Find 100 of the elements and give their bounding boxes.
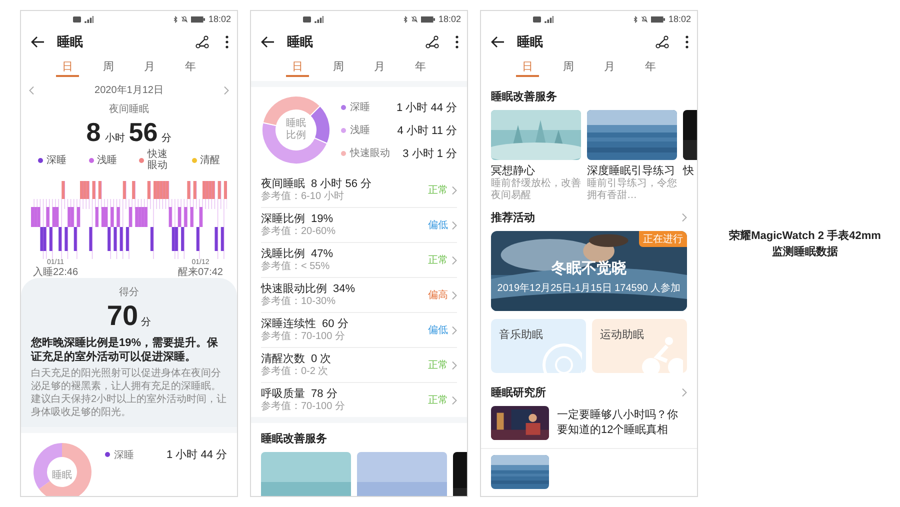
duration-value: 3 小时 1 分 [402, 146, 457, 160]
aid-tile[interactable]: 音乐助眠 [491, 319, 586, 373]
donut-center-label: 睡眠 [51, 468, 73, 482]
chevron-right-icon [451, 256, 457, 264]
reference-range: 参考值：< 55% [261, 261, 331, 273]
date-label: 2020年1月12日 [94, 84, 164, 97]
legend-label: 浅睡 [350, 124, 371, 137]
status-label: 正常 [428, 358, 448, 372]
page-title: 睡眠 [57, 33, 84, 51]
metric-value: 78 分 [311, 387, 338, 401]
minutes-unit: 分 [162, 132, 172, 145]
share-icon[interactable] [195, 35, 209, 49]
service-card[interactable]: 深度睡眠引导练习 睡前引导练习，令您拥有香甜… [587, 110, 677, 202]
mute-icon [411, 16, 418, 22]
hours-value: 8 [86, 117, 101, 148]
activity-banner[interactable]: 正在进行 冬眠不觉晓 2019年12月25日-1月15日 174590 人参加 [491, 231, 687, 311]
metric-value: 34% [333, 282, 356, 296]
advice-title: 您昨晚深睡比例是19%，需要提升。保证充足的室外活动可以促进深睡。 [31, 336, 220, 364]
section-heading: 睡眠改善服务 [261, 431, 327, 446]
status-time: 18:02 [668, 14, 691, 24]
chevron-right-icon [451, 186, 457, 194]
reference-range: 参考值：0-2 次 [261, 366, 330, 378]
duration-value: 1 小时 44 分 [166, 448, 227, 462]
mute-icon [181, 16, 188, 22]
metric-row[interactable]: 深睡比例 19% 参考值：20-60% 偏低 [261, 208, 457, 243]
period-tab[interactable]: 月 [138, 57, 161, 77]
status-label: 正常 [428, 184, 448, 197]
metric-row[interactable]: 深睡连续性 60 分 参考值：70-100 分 偏低 [261, 313, 457, 348]
chevron-right-icon [681, 213, 687, 222]
legend-label: 深睡 [350, 100, 371, 114]
metric-row[interactable]: 浅睡比例 47% 参考值：< 55% 正常 [261, 243, 457, 278]
aid-tile[interactable]: 运动助眠 [592, 319, 687, 373]
signal-icon [84, 16, 94, 22]
chevron-right-icon [451, 326, 457, 334]
period-tab[interactable]: 年 [639, 57, 662, 77]
page-title: 睡眠 [517, 33, 544, 51]
period-tab[interactable]: 周 [327, 57, 350, 77]
metric-value: 0 次 [311, 352, 332, 366]
reference-range: 参考值：20-60% [261, 226, 336, 238]
banner-title: 冬眠不觉晓 [550, 259, 628, 278]
axis-label: 醒来07:42 [178, 267, 223, 278]
more-icon[interactable] [225, 35, 229, 49]
share-icon[interactable] [425, 35, 439, 49]
minutes-value: 56 [128, 117, 158, 148]
period-tab[interactable]: 年 [409, 57, 432, 77]
period-tab[interactable]: 周 [557, 57, 580, 77]
metric-value: 19% [311, 212, 334, 226]
section-heading: 推荐活动 [491, 210, 535, 225]
bluetooth-icon [173, 16, 178, 22]
more-icon[interactable] [685, 35, 689, 49]
score-value: 70 [106, 300, 138, 332]
period-tab[interactable]: 年 [179, 57, 202, 77]
article-item[interactable]: 一定要睡够八小时吗？你要知道的12个睡眠真相 [481, 406, 697, 449]
score-label: 得分 [119, 287, 139, 298]
reference-range: 参考值：70-100 分 [261, 401, 346, 413]
legend-label: 清醒 [200, 154, 220, 166]
share-icon[interactable] [655, 35, 669, 49]
chevron-right-icon [451, 396, 457, 404]
sim-card-icon [73, 16, 81, 22]
legend-label: 快速眼动 [350, 146, 391, 160]
signal-icon [314, 16, 324, 22]
period-tab[interactable]: 月 [368, 57, 391, 77]
advice-text: 白天充足的阳光照射可以促进身体在夜间分泌足够的褪黑素，让人拥有充足的深睡眠。建议白天保持2小时以上的室外活动时间，让身体吸收足够的阳光。 [31, 367, 227, 419]
more-icon[interactable] [455, 35, 459, 49]
score-unit: 分 [141, 316, 152, 329]
metric-row[interactable]: 清醒次数 0 次 参考值：0-2 次 正常 [261, 348, 457, 383]
status-label: 偏高 [428, 288, 448, 302]
card-subtitle: 睡前引导练习，令您拥有香甜… [587, 178, 677, 202]
status-badge: 正在进行 [639, 231, 687, 247]
battery-icon [651, 16, 666, 22]
duration-value: 4 小时 11 分 [397, 124, 457, 138]
status-time: 18:02 [208, 14, 231, 24]
reference-range: 参考值：70-100 分 [261, 331, 346, 343]
metric-row[interactable]: 呼吸质量 78 分 参考值：70-100 分 正常 [261, 383, 457, 417]
tile-label: 音乐助眠 [499, 328, 543, 342]
metric-title: 快速眼动比例 [261, 282, 327, 296]
legend-label: 快速眼动 [147, 149, 168, 171]
battery-icon [421, 16, 436, 22]
status-label: 正常 [428, 394, 448, 407]
sim-card-icon [303, 16, 311, 22]
period-tab[interactable]: 月 [598, 57, 621, 77]
service-card[interactable]: 快 [683, 110, 697, 202]
service-card[interactable]: 冥想静心 睡前舒缓放松，改善夜间易醒 [491, 110, 581, 202]
chart-title: 睡眠比例 [286, 118, 306, 142]
period-tab[interactable]: 周 [97, 57, 120, 77]
duration-value: 1 小时 44 分 [396, 100, 457, 114]
section-heading: 睡眠研究所 [491, 386, 546, 400]
metric-row[interactable]: 快速眼动比例 34% 参考值：10-30% 偏高 [261, 278, 457, 313]
section-label: 夜间睡眠 [109, 104, 149, 115]
metric-title: 呼吸质量 [261, 387, 305, 400]
reference-range: 参考值：6-10 小时 [261, 191, 345, 203]
card-title: 快 [683, 164, 695, 178]
status-label: 偏低 [428, 324, 448, 337]
caption-subtitle: 监测睡眠数据 [772, 244, 838, 260]
back-arrow-icon[interactable] [261, 35, 275, 49]
back-arrow-icon[interactable] [491, 35, 505, 49]
metric-title: 浅睡比例 [261, 247, 305, 260]
back-arrow-icon[interactable] [31, 35, 45, 49]
status-label: 偏低 [428, 219, 448, 232]
metric-row[interactable]: 夜间睡眠 8 小时 56 分 参考值：6-10 小时 正常 [261, 173, 457, 208]
